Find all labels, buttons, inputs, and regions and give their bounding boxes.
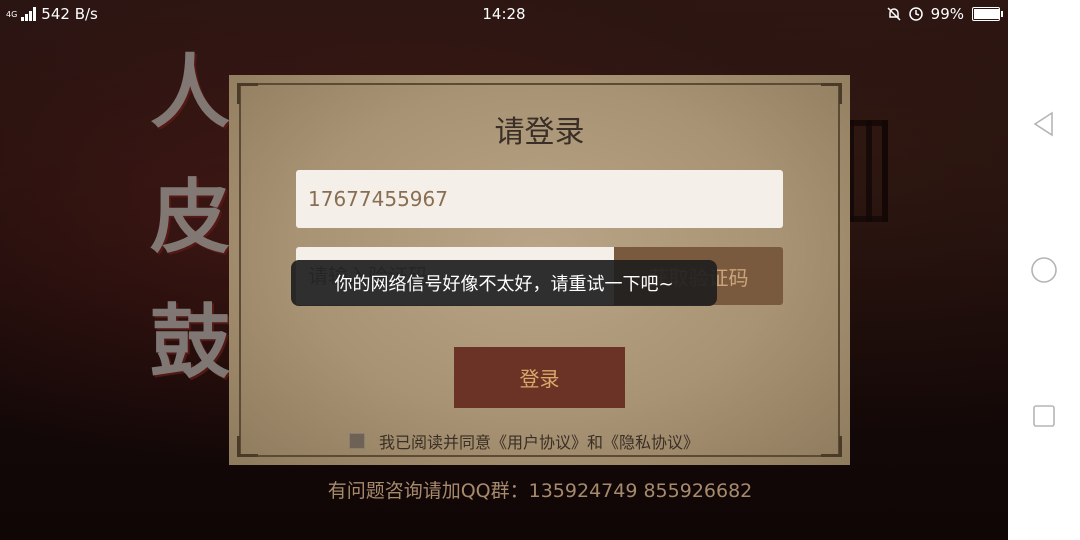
status-time: 14:28 [482,5,526,23]
alarm-icon [908,7,923,21]
dialog-title: 请登录 [494,115,585,150]
agreement-text[interactable]: 我已阅读并同意《用户协议》和《隐私协议》 [379,429,699,453]
agreement-row: 我已阅读并同意《用户协议》和《隐私协议》 [349,429,699,453]
ornament-corner-icon [237,83,258,104]
network-error-toast: 你的网络信号好像不太好，请重试一下吧~ [291,260,717,306]
phone-input[interactable] [296,170,783,228]
back-icon[interactable] [1030,110,1058,138]
login-button[interactable]: 登录 [454,347,625,408]
qq-group-info: 有问题咨询请加QQ群：135924749 855926682 [327,480,753,502]
home-icon[interactable] [1030,256,1058,284]
ornament-corner-icon [237,436,258,457]
navigation-bar [1008,0,1080,540]
battery-percent: 99% [930,5,964,23]
ornament-corner-icon [821,83,842,104]
status-right: 99% [887,5,1003,23]
mute-bell-icon [887,7,901,21]
agreement-checkbox[interactable] [349,433,365,449]
game-screen: 人皮鼓 4G 542 B/s 14:28 99% 请登录 17677455967… [0,0,1008,540]
background-game-title: 人皮鼓 [150,45,230,389]
status-bar: 4G 542 B/s 14:28 99% [0,0,1008,28]
ornament-corner-icon [821,436,842,457]
recents-icon[interactable] [1030,402,1058,430]
battery-fill [974,9,1000,19]
battery-icon [972,7,1003,21]
